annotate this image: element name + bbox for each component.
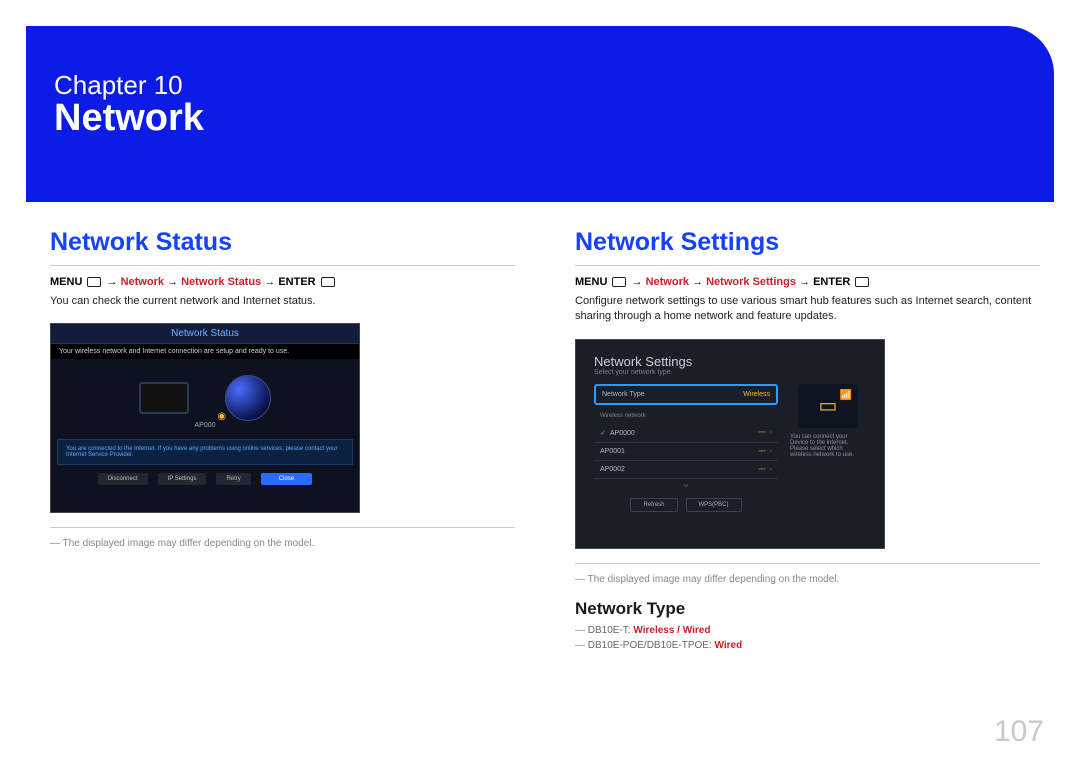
- mock-list: Network Type Wireless Wireless network A…: [594, 384, 778, 512]
- mock-section-label: Wireless network: [594, 405, 778, 424]
- mock-side-text: You can connect your Device to the inter…: [790, 434, 866, 458]
- mock-ap-row: AP0001 ◦◦◦›: [594, 443, 778, 461]
- screenshot-network-settings: Network Settings Select your network typ…: [575, 339, 885, 549]
- globe-icon: [225, 375, 271, 421]
- subheading-network-type: Network Type: [575, 599, 1040, 619]
- divider: [50, 265, 515, 266]
- mock-row-network-type: Network Type Wireless: [594, 384, 778, 405]
- divider: [575, 265, 1040, 266]
- mock-btn-disconnect: Disconnect: [98, 473, 148, 485]
- mock-side-panel: ▭ You can connect your Device to the int…: [790, 384, 866, 512]
- mock-btn-close: Close: [261, 473, 312, 485]
- tv-icon: [139, 382, 189, 414]
- mock-title: Network Status: [51, 324, 359, 344]
- mock-settings-title: Network Settings: [594, 354, 866, 369]
- menu-icon: [87, 277, 101, 287]
- enter-label: ENTER: [278, 276, 315, 288]
- mock-ap-row: AP0000 ◦◦◦›: [594, 424, 778, 443]
- mock-ready-msg: Your wireless network and Internet conne…: [51, 344, 359, 359]
- heading-network-settings: Network Settings: [575, 228, 1040, 257]
- menu-path-status: MENU → Network → Network Status → ENTER: [50, 276, 515, 288]
- ap-label: AP000: [194, 422, 215, 429]
- menu-icon: [612, 277, 626, 287]
- chapter-banner: Chapter 10 Network: [26, 26, 1054, 202]
- enter-icon: [855, 277, 869, 287]
- chapter-title: Network: [54, 97, 1026, 140]
- mock-btn-refresh: Refresh: [630, 498, 677, 512]
- mock-settings-buttons: Refresh WPS(PBC): [594, 498, 778, 512]
- column-network-status: Network Status MENU → Network → Network …: [50, 228, 515, 655]
- mock-ap-row: AP0002 ◦◦◦›: [594, 461, 778, 479]
- mock-settings-subtitle: Select your network type.: [594, 369, 866, 376]
- settings-description: Configure network settings to use variou…: [575, 294, 1040, 325]
- column-network-settings: Network Settings MENU → Network → Networ…: [575, 228, 1040, 655]
- status-description: You can check the current network and In…: [50, 294, 515, 309]
- mock-btn-ipsettings: IP Settings: [158, 473, 207, 485]
- model-line-2: DB10E-POE/DB10E-TPOE: Wired: [575, 640, 1040, 651]
- caption-settings: The displayed image may differ depending…: [575, 574, 1040, 585]
- content-columns: Network Status MENU → Network → Network …: [50, 228, 1040, 655]
- wireless-device-icon: ▭: [798, 384, 858, 428]
- divider: [50, 527, 515, 528]
- menu-path-settings: MENU → Network → Network Settings → ENTE…: [575, 276, 1040, 288]
- chevron-down-icon: ⌄: [594, 479, 778, 490]
- mock-btn-retry: Retry: [216, 473, 250, 485]
- heading-network-status: Network Status: [50, 228, 515, 257]
- page-number: 107: [994, 715, 1044, 749]
- model-line-1: DB10E-T: Wireless / Wired: [575, 625, 1040, 636]
- divider: [575, 563, 1040, 564]
- caption-status: The displayed image may differ depending…: [50, 538, 515, 549]
- mock-button-row: Disconnect IP Settings Retry Close: [51, 473, 359, 485]
- mock-connected-msg: You are connected to the Internet. If yo…: [57, 439, 353, 465]
- enter-label: ENTER: [813, 276, 850, 288]
- mock-visual: ◉ AP000: [51, 359, 359, 437]
- menu-label: MENU: [50, 276, 82, 288]
- screenshot-network-status: Network Status Your wireless network and…: [50, 323, 360, 513]
- wifi-icon: ◉: [217, 411, 229, 419]
- menu-label: MENU: [575, 276, 607, 288]
- enter-icon: [321, 277, 335, 287]
- mock-btn-wps: WPS(PBC): [686, 498, 742, 512]
